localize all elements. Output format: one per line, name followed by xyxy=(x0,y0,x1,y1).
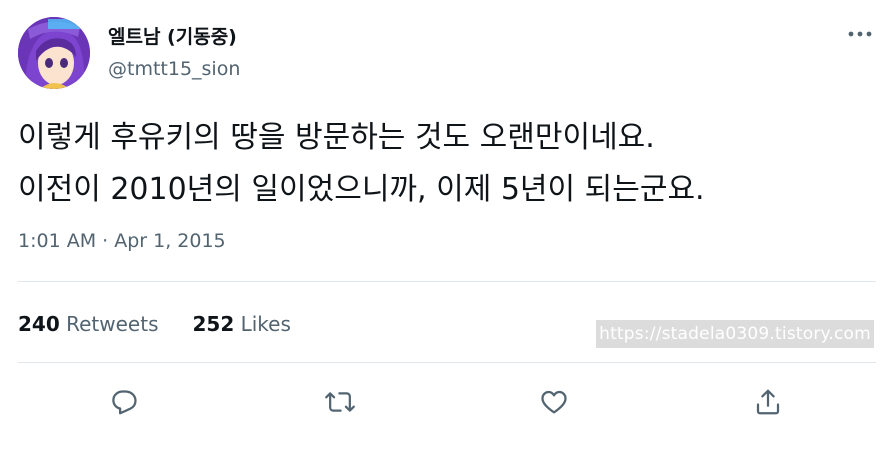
likes-label: Likes xyxy=(240,312,291,336)
likes-stat[interactable]: 252 Likes xyxy=(192,312,290,336)
share-icon xyxy=(756,389,780,415)
retweets-label: Retweets xyxy=(66,312,159,336)
reply-button[interactable] xyxy=(102,380,146,424)
tweet-text-line: 이렇게 후유키의 땅을 방문하는 것도 오랜만이네요. xyxy=(18,120,655,155)
more-horizontal-icon xyxy=(848,31,872,37)
watermark: https://stadela0309.tistory.com xyxy=(596,320,874,348)
more-options-button[interactable] xyxy=(840,22,880,46)
share-button[interactable] xyxy=(746,380,790,424)
heart-icon xyxy=(541,390,567,414)
display-name[interactable]: 엘트남 (기동중) xyxy=(108,22,237,49)
user-handle[interactable]: @tmtt15_sion xyxy=(108,58,240,80)
avatar-image xyxy=(18,17,90,89)
tweet-timestamp[interactable]: 1:01 AM · Apr 1, 2015 xyxy=(18,230,226,252)
action-bar xyxy=(0,380,894,424)
like-button[interactable] xyxy=(532,380,576,424)
avatar[interactable] xyxy=(18,17,90,89)
reply-icon xyxy=(112,390,137,415)
retweets-stat[interactable]: 240 Retweets xyxy=(18,312,158,336)
retweets-count: 240 xyxy=(18,312,60,336)
divider xyxy=(18,281,876,282)
engagement-stats: 240 Retweets 252 Likes xyxy=(18,312,291,336)
divider xyxy=(18,362,876,363)
retweet-button[interactable] xyxy=(318,380,362,424)
likes-count: 252 xyxy=(192,312,235,336)
tweet-text-line: 이전이 2010년의 일이었으니까, 이제 5년이 되는군요. xyxy=(18,172,705,207)
retweet-icon xyxy=(325,392,355,412)
tweet-text: 이렇게 후유키의 땅을 방문하는 것도 오랜만이네요. 이전이 2010년의 일… xyxy=(18,112,878,216)
